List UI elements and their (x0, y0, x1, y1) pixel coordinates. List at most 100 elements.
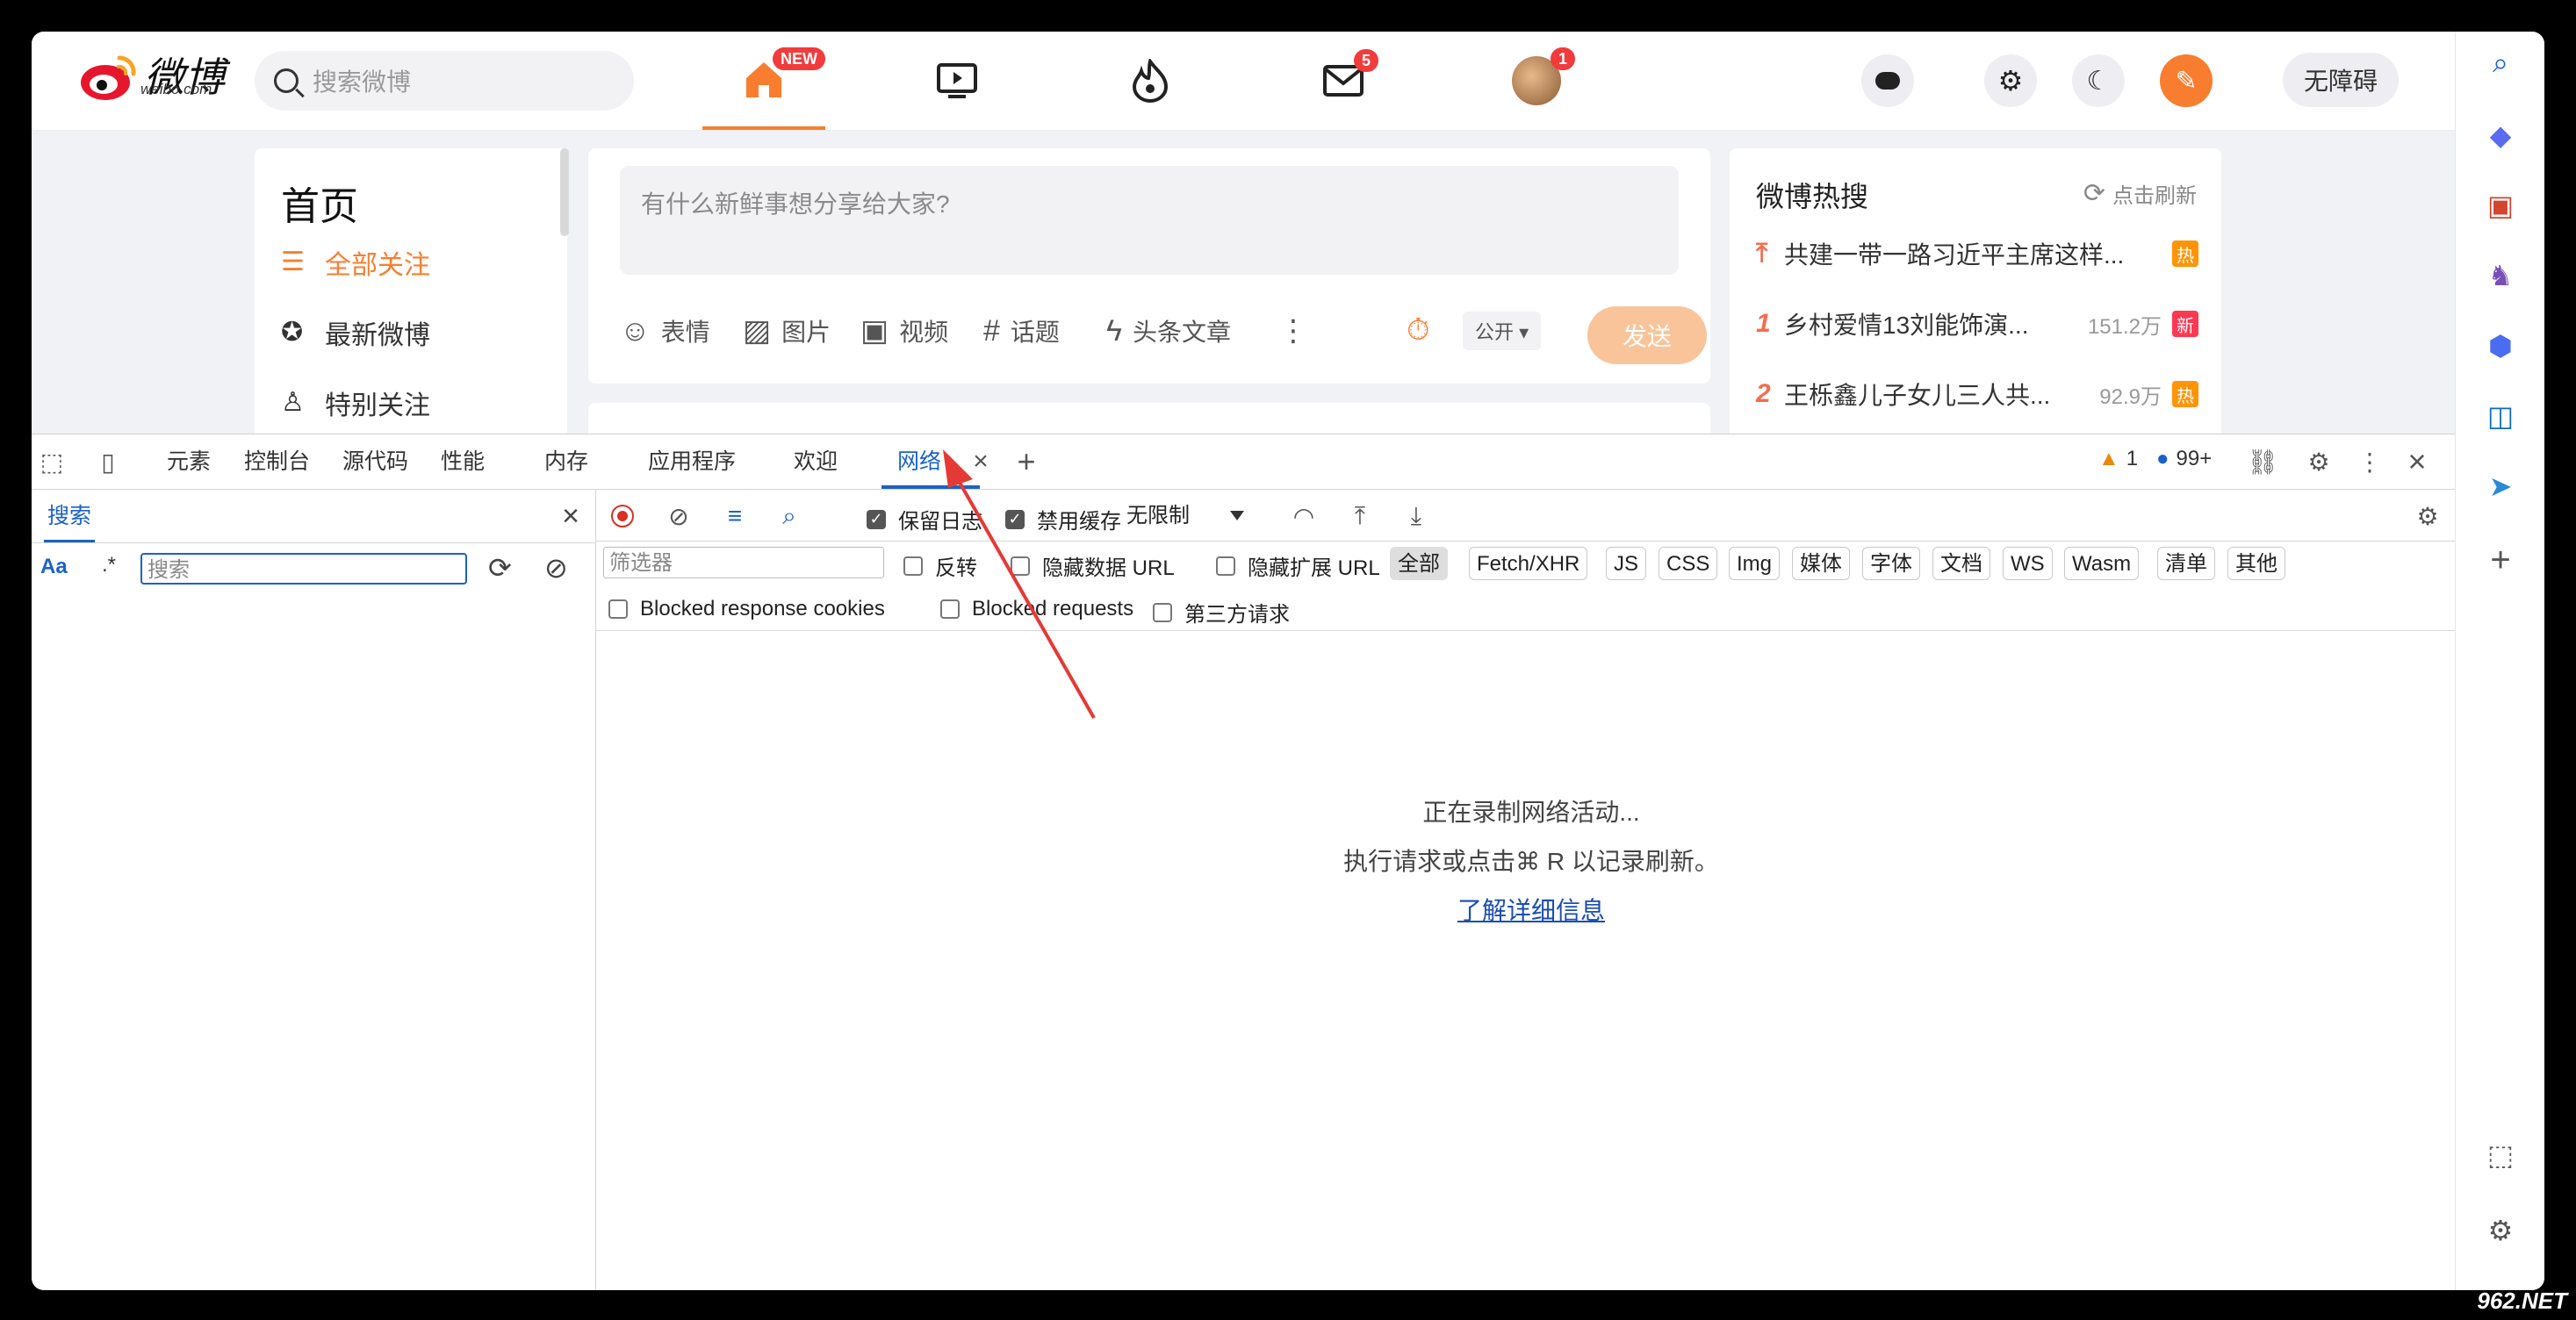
tab-application[interactable]: 应用程序 (648, 434, 736, 489)
search-icon[interactable]: ⌕ (2481, 44, 2520, 82)
compose-button[interactable]: ✎ (2160, 54, 2213, 107)
tab-console[interactable]: 控制台 (244, 434, 310, 489)
filter-chip-manifest[interactable]: 清单 (2157, 547, 2215, 580)
tool-article[interactable]: ϟ 头条文章 (1106, 313, 1231, 348)
hot-row[interactable]: ⤒ 共建一带一路习近平主席这样... 热 (1756, 236, 2198, 271)
clear-icon[interactable]: ⊘ (544, 551, 568, 585)
hot-search-title: 微博热搜 (1756, 181, 1869, 212)
schedule-button[interactable]: ⏱ (1407, 313, 1441, 348)
game-button[interactable] (1861, 54, 1914, 107)
filter-chip-js[interactable]: JS (1606, 547, 1647, 580)
visibility-select[interactable]: 公开 ▾ (1463, 312, 1542, 350)
tab-elements[interactable]: 元素 (167, 434, 211, 489)
search-drawer: 搜索 × Aa .* 搜索 ⟳ ⊘ (32, 490, 596, 1290)
outlook-icon[interactable]: ◫ (2481, 397, 2520, 435)
hot-rank: 1 (1756, 309, 1771, 338)
tool-emoji[interactable]: ☺ 表情 (620, 313, 710, 348)
hide-ext-urls-label: 隐藏扩展 URL (1248, 556, 1380, 580)
record-button[interactable] (605, 499, 640, 534)
nav-profile[interactable]: 1 (1475, 32, 1598, 130)
tab-search[interactable]: 搜索 (44, 490, 96, 542)
filter-chip-media[interactable]: 媒体 (1792, 547, 1850, 580)
network-conditions-button[interactable]: ◠ (1286, 499, 1321, 534)
device-toggle-icon[interactable]: ▯ (93, 447, 123, 477)
nav-hot[interactable] (1089, 32, 1212, 130)
send-icon[interactable]: ➤ (2481, 467, 2520, 506)
tool-video[interactable]: ▣ 视频 (860, 313, 948, 348)
tool-image[interactable]: ▨ 图片 (743, 313, 831, 348)
left-item-special[interactable]: ♙ 特别关注 (281, 384, 430, 422)
nav-video[interactable] (896, 32, 1018, 130)
more-tools-button[interactable]: ⋮ (1278, 313, 1319, 348)
hot-row[interactable]: 2 王栎鑫儿子女儿三人共... 92.9万 热 (1756, 377, 2198, 412)
clear-button[interactable]: ⊘ (661, 499, 696, 534)
blocked-cookies-checkbox[interactable]: Blocked response cookies (608, 597, 885, 621)
regex-button[interactable]: .* (102, 553, 116, 578)
upload-icon: ⤒ (1354, 501, 1366, 529)
tab-sources[interactable]: 源代码 (342, 434, 408, 489)
gear-icon[interactable]: ⚙ (2304, 447, 2334, 477)
import-button[interactable]: ⤒ (1342, 499, 1378, 534)
third-party-checkbox[interactable]: 第三方请求 (1153, 597, 1290, 628)
gear-icon: ⚙ (2416, 502, 2439, 530)
weibo-search-input[interactable]: 搜索微博 (255, 51, 634, 111)
hot-row[interactable]: 1 乡村爱情13刘能饰演... 151.2万 新 (1756, 306, 2198, 341)
issues-counter[interactable]: ● 99+ (2156, 447, 2212, 471)
filter-button[interactable]: ≡ (717, 499, 752, 534)
close-icon[interactable]: × (2402, 443, 2432, 479)
filter-input[interactable]: 筛选器 (603, 547, 884, 578)
filter-chip-fetch-xhr[interactable]: Fetch/XHR (1469, 547, 1588, 580)
checkbox-unchecked (1216, 556, 1235, 576)
compose-input[interactable]: 有什么新鲜事想分享给大家? (620, 166, 1679, 275)
hot-tag: 热 (2172, 381, 2198, 407)
filter-chip-all[interactable]: 全部 (1390, 547, 1448, 580)
filter-chip-doc[interactable]: 文档 (1932, 547, 1990, 580)
nav-messages[interactable]: 5 (1282, 32, 1405, 130)
network-toolbar: ⊘ ≡ ⌕ ✓ 保留日志 ✓ 禁用缓存 无限制 ◠ ⤒ ⤓ ⚙ (596, 490, 2455, 542)
match-case-button[interactable]: Aa (40, 555, 68, 579)
nav-home[interactable]: NEW (702, 32, 825, 130)
tab-memory[interactable]: 内存 (544, 434, 588, 489)
network-settings-button[interactable]: ⚙ (2410, 499, 2445, 534)
copilot-icon[interactable]: ⬢ (2481, 326, 2520, 365)
accessibility-button[interactable]: 无障碍 (2283, 53, 2399, 107)
search-input[interactable]: 搜索 (140, 553, 467, 585)
watermark-bottom: 962.NET (2477, 1288, 2567, 1314)
filter-chip-other[interactable]: 其他 (2227, 547, 2285, 580)
tool-topic[interactable]: # 话题 (983, 313, 1060, 348)
screenshot-icon[interactable]: ⬚ (2481, 1136, 2520, 1174)
learn-more-link[interactable]: 了解详细信息 (596, 886, 2466, 936)
export-button[interactable]: ⤓ (1399, 499, 1434, 534)
gear-icon[interactable]: ⚙ (2481, 1211, 2520, 1250)
tool-label: 头条文章 (1133, 319, 1232, 346)
tag-icon[interactable]: ◆ (2481, 116, 2520, 154)
tab-welcome[interactable]: 欢迎 (794, 434, 838, 489)
filter-chip-img[interactable]: Img (1729, 547, 1781, 580)
filter-chip-ws[interactable]: WS (2003, 547, 2053, 580)
filter-chip-wasm[interactable]: Wasm (2064, 547, 2140, 580)
hide-ext-urls-checkbox[interactable]: 隐藏扩展 URL (1216, 550, 1380, 581)
hot-refresh-button[interactable]: ⟳ 点击刷新 (2083, 178, 2197, 209)
tab-performance[interactable]: 性能 (441, 434, 485, 489)
more-vertical-icon[interactable]: ⋮ (2355, 447, 2385, 477)
left-item-latest[interactable]: ✪ 最新微博 (281, 313, 430, 352)
list-icon: ☰ (281, 248, 305, 276)
inspect-icon[interactable]: ⬚ (37, 447, 67, 477)
dark-mode-button[interactable]: ☾ (2072, 54, 2125, 107)
hot-row-text: 王栎鑫儿子女儿三人共... (1784, 382, 2051, 409)
left-item-all-following[interactable]: ☰ 全部关注 (281, 243, 430, 282)
search-button[interactable]: ⌕ (772, 499, 807, 534)
settings-button[interactable]: ⚙ (1984, 54, 2037, 107)
chess-icon[interactable]: ♞ (2481, 256, 2520, 295)
send-button[interactable]: 发送 (1587, 306, 1707, 364)
filter-chip-css[interactable]: CSS (1659, 547, 1718, 580)
refresh-icon[interactable]: ⟳ (488, 551, 512, 585)
warnings-counter[interactable]: ▲ 1 (2098, 447, 2138, 471)
left-nav-scrollbar[interactable] (560, 148, 569, 236)
briefcase-icon[interactable]: ▣ (2481, 186, 2520, 225)
filter-chip-font[interactable]: 字体 (1862, 547, 1920, 580)
message-icon: ● (2156, 447, 2169, 470)
close-icon[interactable]: × (562, 501, 579, 531)
add-icon[interactable]: + (2481, 541, 2520, 579)
connections-icon[interactable]: ⛓ (2247, 447, 2278, 477)
